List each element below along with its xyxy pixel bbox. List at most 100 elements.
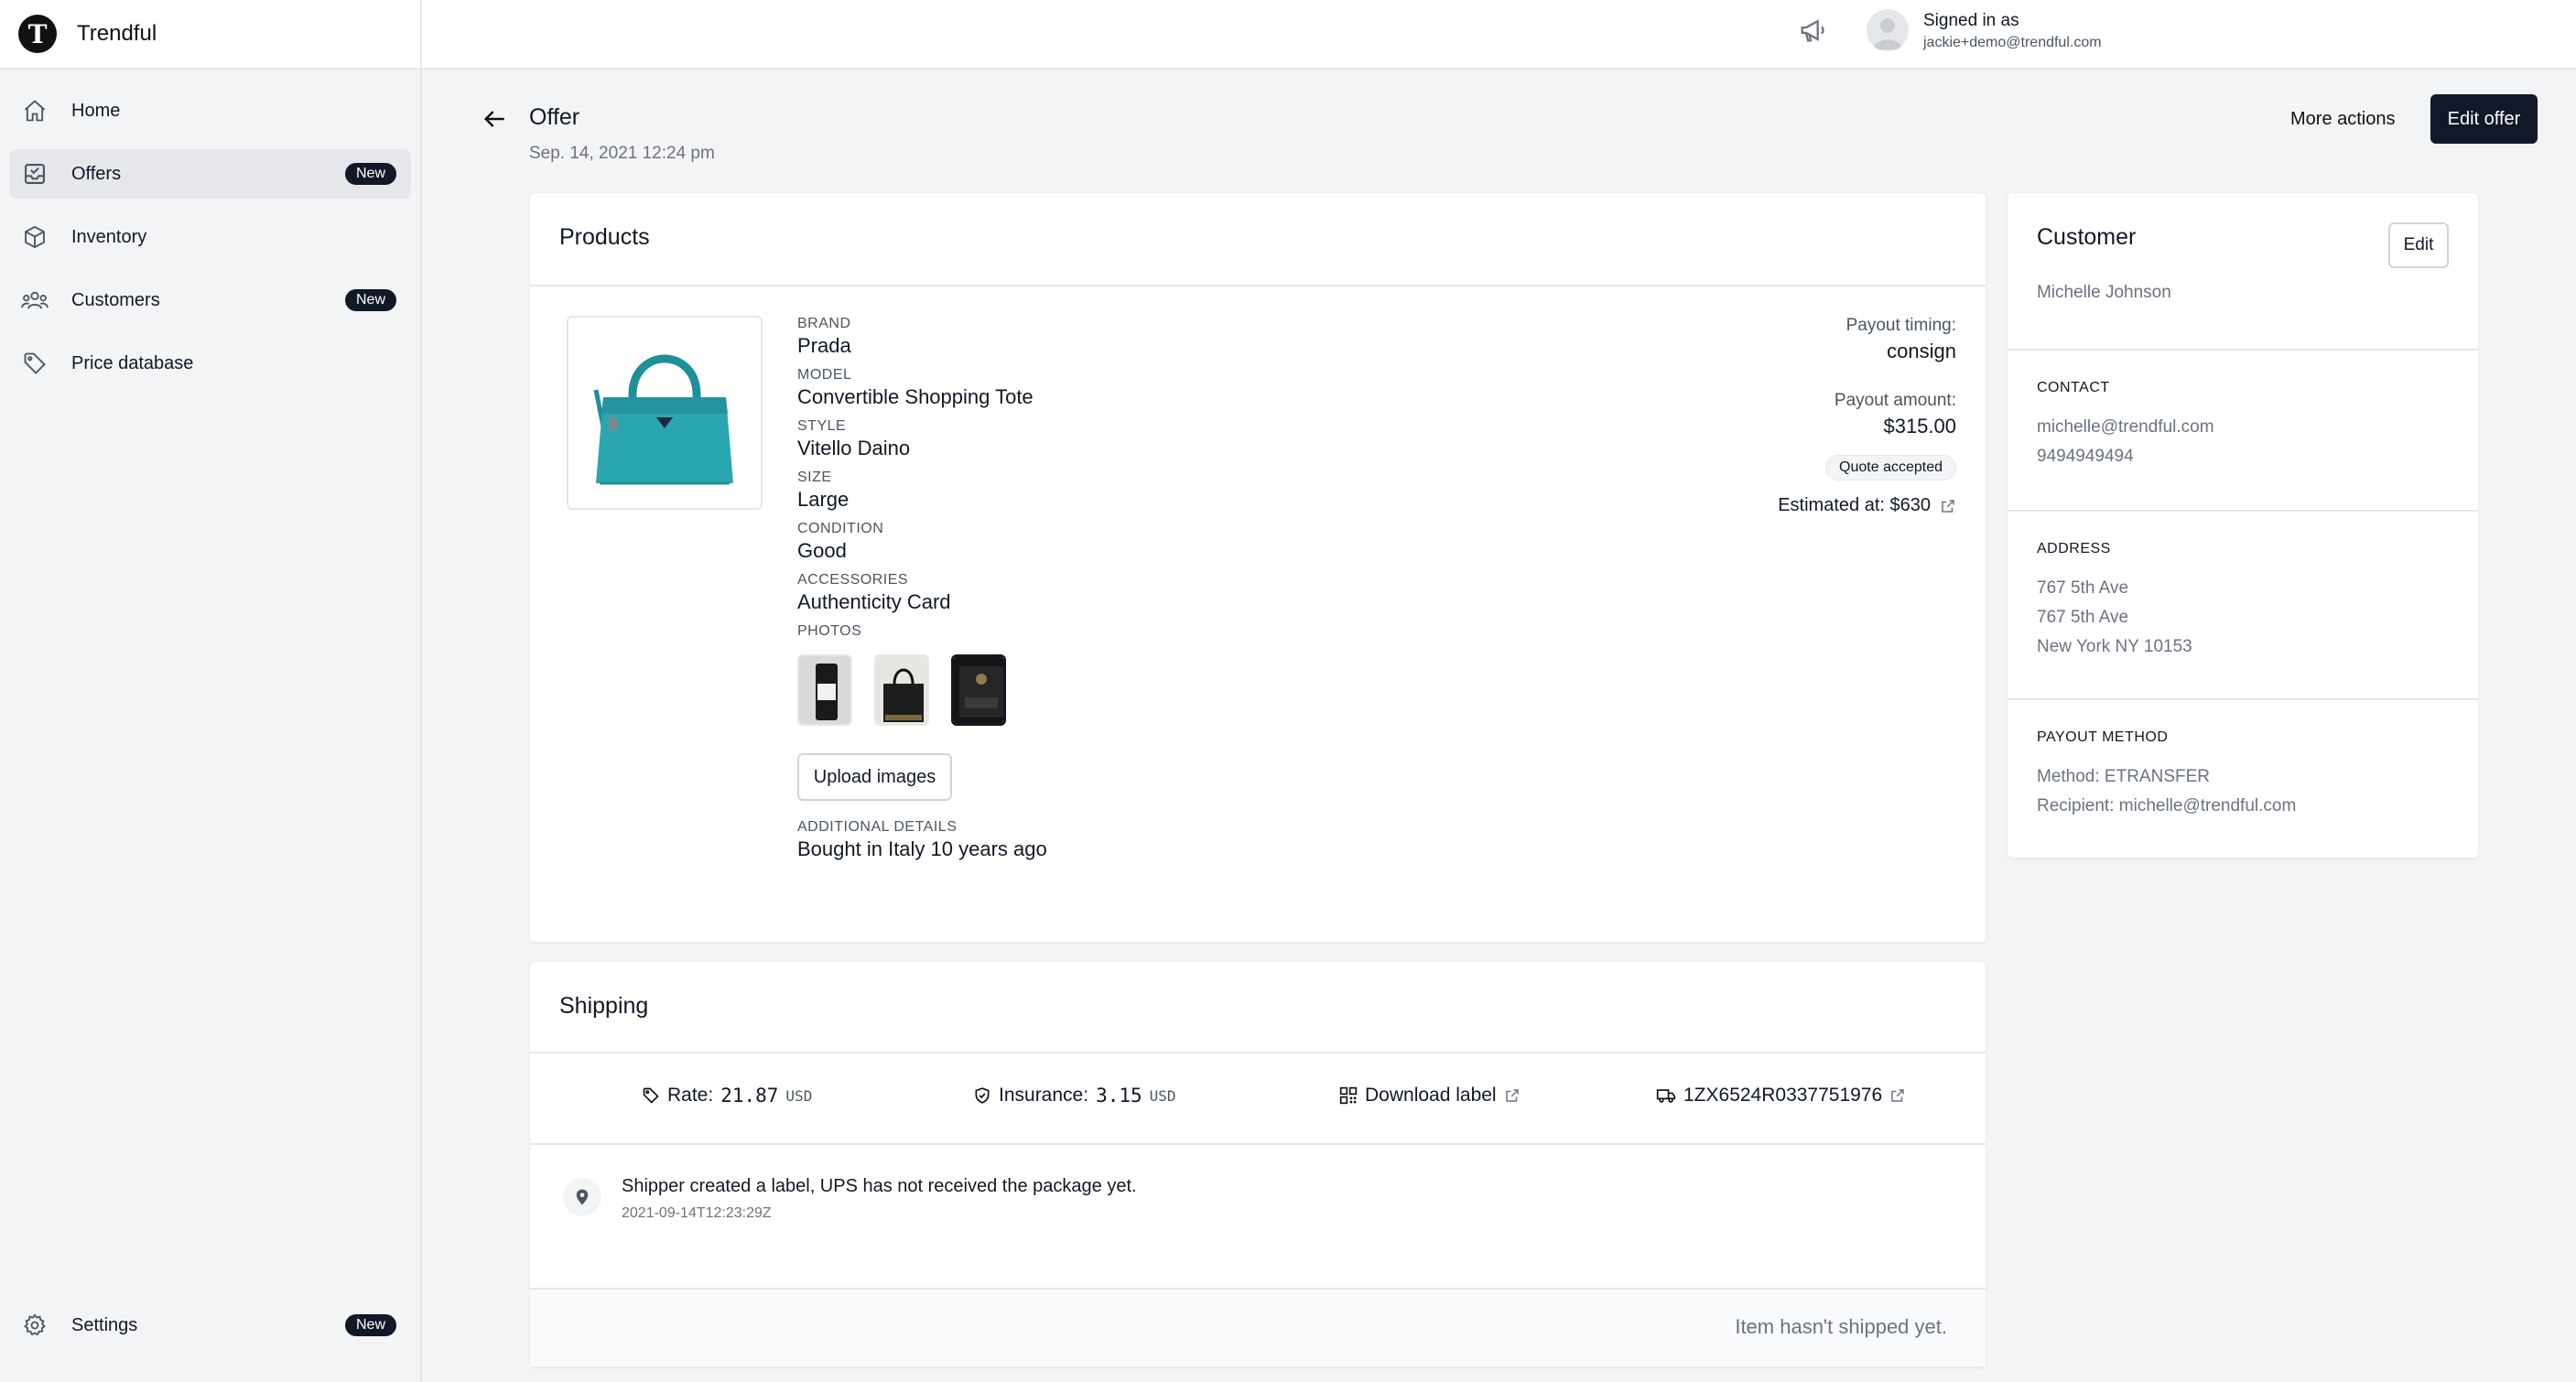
truck-icon [1656, 1086, 1676, 1105]
sidebar-item-offers[interactable]: Offers New [9, 149, 411, 199]
attr-value: Convertible Shopping Tote [797, 385, 1034, 408]
sidebar-item-inventory[interactable]: Inventory [9, 212, 411, 262]
offer-date: Sep. 14, 2021 12:24 pm [529, 144, 715, 163]
payout-method-label: Payout method [2037, 729, 2169, 745]
product-image[interactable] [567, 316, 763, 510]
payout-method: Method: ETRANSFER [2037, 767, 2210, 786]
attr-style: Style Vitello Daino [797, 418, 1047, 460]
sidebar: T Trendful Home Offers New Inventory Cus… [0, 0, 422, 1382]
products-card: Products Brand Prada Model Convertible S… [529, 192, 1986, 943]
more-actions-button[interactable]: More actions [2274, 95, 2412, 143]
attr-value: Prada [797, 334, 851, 357]
additional-details: Additional details Bought in Italy 10 ye… [797, 819, 1047, 861]
estimated-value: Estimated at: $630 [1778, 495, 1931, 515]
shipping-header: Shipping [530, 962, 1986, 1053]
photo-thumbnail[interactable] [874, 654, 929, 726]
upload-images-button[interactable]: Upload images [797, 753, 952, 801]
rate-label: Rate: [667, 1085, 714, 1106]
shipping-status: Item hasn't shipped yet. [1735, 1315, 1947, 1338]
download-label-link[interactable]: Download label [1339, 1085, 1521, 1107]
shipping-footer: Item hasn't shipped yet. [530, 1290, 1986, 1366]
customer-name: Michelle Johnson [2037, 283, 2171, 302]
photo-thumbnail[interactable] [797, 654, 852, 726]
shipping-card: Shipping Rate: 21.87 USD Insurance: 3.15… [529, 961, 1986, 1367]
products-title: Products [559, 224, 650, 250]
attr-size: Size Large [797, 470, 1047, 512]
event-text: Shipper created a label, UPS has not rec… [622, 1176, 1137, 1196]
new-badge: New [344, 163, 396, 185]
signed-in-info: Signed in as jackie+demo@trendful.com [1923, 11, 2102, 51]
sidebar-item-label: Settings [71, 1314, 138, 1335]
attr-brand: Brand Prada [797, 316, 1047, 358]
contact-label: Contact [2037, 380, 2110, 395]
page-title: Offer [529, 104, 580, 130]
address-line: 767 5th Ave [2037, 578, 2129, 598]
sidebar-item-label: Customers [71, 289, 160, 310]
customer-email: michelle@trendful.com [2037, 417, 2214, 437]
payout-summary: Payout timing: consign Payout amount: $3… [1778, 316, 1956, 516]
insurance-label: Insurance: [999, 1085, 1089, 1106]
sidebar-item-customers[interactable]: Customers New [9, 275, 411, 325]
sidebar-item-label: Offers [71, 163, 122, 184]
attr-condition: Condition Good [797, 521, 1047, 563]
product-attributes: Brand Prada Model Convertible Shopping T… [797, 316, 1047, 870]
photo-thumbnail-selected[interactable] [951, 654, 1006, 726]
insurance-value: 3.15 [1096, 1085, 1142, 1107]
attr-value: Good [797, 539, 847, 562]
payout-recipient: Recipient: michelle@trendful.com [2037, 796, 2297, 815]
sidebar-item-price-database[interactable]: Price database [9, 339, 411, 388]
signed-in-label: Signed in as [1923, 11, 2019, 30]
payout-method-section: Payout method Method: ETRANSFER Recipien… [2008, 700, 2478, 858]
sidebar-item-home[interactable]: Home [9, 86, 411, 135]
payout-amount-value: $315.00 [1883, 415, 1956, 437]
top-bar: Signed in as jackie+demo@trendful.com [422, 0, 2576, 70]
attr-label: Accessories [797, 572, 909, 588]
payout-timing-value: consign [1887, 340, 1956, 362]
products-header: Products [530, 193, 1986, 286]
users-icon [20, 286, 49, 315]
shipping-rate: Rate: 21.87 USD [642, 1085, 812, 1107]
tag-icon [642, 1086, 660, 1105]
back-arrow-icon[interactable] [480, 104, 509, 134]
attr-label: Condition [797, 521, 884, 536]
shipping-title: Shipping [559, 993, 649, 1019]
sidebar-item-label: Home [71, 100, 121, 121]
sidebar-item-label: Price database [71, 352, 194, 373]
download-label-text: Download label [1365, 1085, 1497, 1106]
photo-thumbnails [797, 654, 1047, 726]
shield-icon [973, 1086, 991, 1105]
edit-customer-button[interactable]: Edit [2388, 222, 2449, 268]
customer-title: Customer [2037, 224, 2137, 250]
photos-section: Photos Upload images [797, 623, 1047, 801]
shipping-insurance: Insurance: 3.15 USD [973, 1085, 1176, 1107]
customer-header: Customer Edit Michelle Johnson [2008, 193, 2478, 351]
attr-label: Size [797, 470, 832, 485]
user-email: jackie+demo@trendful.com [1923, 35, 2102, 50]
tracking-number: 1ZX6524R0337751976 [1683, 1085, 1883, 1106]
external-link-icon [1940, 498, 1956, 514]
shipping-details: Rate: 21.87 USD Insurance: 3.15 USD Down… [530, 1053, 1986, 1145]
attr-value: Large [797, 488, 850, 511]
tracking-link[interactable]: 1ZX6524R0337751976 [1656, 1085, 1906, 1107]
sidebar-item-settings[interactable]: Settings New [9, 1301, 411, 1350]
brand[interactable]: T Trendful [0, 0, 420, 70]
tag-icon [20, 349, 49, 378]
map-pin-icon [563, 1178, 601, 1216]
home-icon [20, 96, 49, 125]
main-nav: Home Offers New Inventory Customers New [0, 70, 420, 388]
megaphone-icon[interactable] [1797, 15, 1828, 46]
avatar[interactable] [1867, 9, 1909, 51]
additional-details-label: Additional details [797, 819, 958, 835]
attr-label: Style [797, 418, 847, 434]
rate-value: 21.87 [720, 1085, 779, 1107]
status-badge: Quote accepted [1825, 455, 1956, 480]
attr-label: Model [797, 367, 852, 383]
new-badge: New [344, 1314, 396, 1336]
address-section: Address 767 5th Ave 767 5th Ave New York… [2008, 512, 2478, 700]
estimated-link[interactable]: Estimated at: $630 [1778, 495, 1956, 516]
handbag-image [593, 354, 733, 485]
attr-value: Vitello Daino [797, 437, 911, 459]
sidebar-bottom: Settings New [9, 1301, 411, 1364]
external-link-icon [1504, 1087, 1521, 1104]
edit-offer-button[interactable]: Edit offer [2430, 94, 2538, 144]
